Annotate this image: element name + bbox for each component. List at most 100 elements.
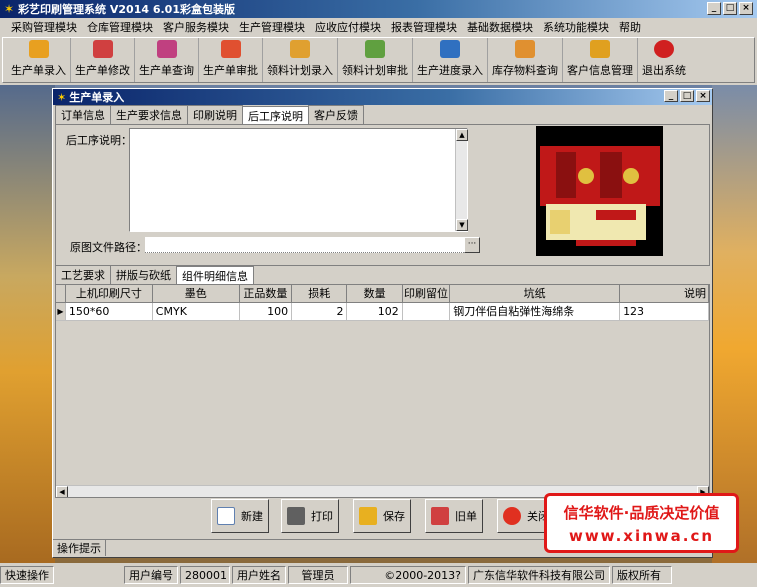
table-row[interactable]: ▶ 150*60 CMYK 100 2 102 钢刀伴侣自粘弹性海绵条 123 (56, 303, 709, 321)
tab-production-requirements[interactable]: 生产要求信息 (110, 105, 188, 124)
col-ink-color[interactable]: 墨色 (152, 285, 240, 303)
toolbar-inventory-query-button[interactable]: 库存物料查询 (488, 38, 563, 82)
grid-indicator-header (56, 285, 66, 303)
blocks-icon (365, 40, 385, 58)
cell-note[interactable]: 123 (620, 303, 709, 321)
printer-icon (287, 507, 305, 525)
scroll-down-icon[interactable]: ▼ (456, 219, 468, 231)
save-icon (359, 507, 377, 525)
user-name-label: 用户姓名 (232, 566, 286, 584)
tab-imposition-cutting[interactable]: 拼版与砍纸 (110, 265, 177, 284)
status-spacer (56, 566, 122, 584)
menu-reports[interactable]: 报表管理模块 (386, 19, 462, 35)
sub-tabs: 工艺要求 拼版与砍纸 组件明细信息 (53, 265, 712, 285)
background-trees-left (0, 85, 55, 563)
stack-icon (515, 40, 535, 58)
tab-craft-requirements[interactable]: 工艺要求 (55, 265, 111, 284)
print-button[interactable]: 打印 (281, 499, 339, 533)
cubes-icon (156, 40, 177, 58)
row-indicator-icon: ▶ (56, 303, 66, 321)
cell-print-size[interactable]: 150*60 (65, 303, 153, 321)
menu-system[interactable]: 系统功能模块 (538, 19, 614, 35)
window-star-icon: ✶ (57, 90, 67, 104)
toolbar-material-plan-approve-button[interactable]: 领料计划审批 (338, 38, 413, 82)
menu-base-data[interactable]: 基础数据模块 (462, 19, 538, 35)
quick-ops-label[interactable]: 快速操作 (0, 566, 54, 584)
child-title-bar: ✶ 生产单录入 _ □ × (53, 89, 712, 105)
old-order-button[interactable]: 旧单 (425, 499, 483, 533)
hand-icon (290, 40, 310, 58)
cell-qty[interactable]: 102 (347, 303, 403, 321)
tab-print-instructions[interactable]: 印刷说明 (187, 105, 243, 124)
toolbar-production-entry-button[interactable]: 生产单录入 (7, 38, 71, 82)
restore-button[interactable]: □ (723, 2, 737, 15)
toolbar-progress-entry-button[interactable]: 生产进度录入 (413, 38, 488, 82)
watermark-url: www.xinwa.cn (568, 526, 715, 545)
child-close-button[interactable]: × (696, 90, 710, 102)
menu-receivable-payable[interactable]: 应收应付模块 (310, 19, 386, 35)
memo-scrollbar[interactable]: ▲ ▼ (455, 129, 468, 231)
child-window-controls: _ □ × (664, 90, 710, 102)
menu-bar: 采购管理模块 仓库管理模块 客户服务模块 生产管理模块 应收应付模块 报表管理模… (0, 18, 757, 36)
toolbar-production-query-button[interactable]: 生产单查询 (135, 38, 199, 82)
box-artwork-image (536, 126, 663, 256)
post-process-textarea[interactable]: ▲ ▼ (129, 128, 468, 232)
menu-help[interactable]: 帮助 (614, 19, 646, 35)
col-print-reserve[interactable]: 印刷留位 (402, 285, 451, 303)
new-icon (217, 507, 235, 525)
new-button[interactable]: 新建 (211, 499, 269, 533)
app-title-bar: ✶ 彩艺印刷管理系统 V2014 6.01彩盒包装版 _ □ × (0, 0, 757, 18)
menu-production[interactable]: 生产管理模块 (234, 19, 310, 35)
toolbar-customer-info-button[interactable]: 客户信息管理 (563, 38, 638, 82)
production-entry-window: ✶ 生产单录入 _ □ × 订单信息 生产要求信息 印刷说明 后工序说明 客户反… (52, 88, 713, 558)
menu-customer-service[interactable]: 客户服务模块 (158, 19, 234, 35)
browse-button[interactable]: ··· (464, 237, 480, 253)
cell-loss[interactable]: 2 (292, 303, 348, 321)
menu-warehouse[interactable]: 仓库管理模块 (82, 19, 158, 35)
window-controls: _ □ × (707, 2, 753, 15)
exit-icon (654, 40, 674, 58)
cell-good-qty[interactable]: 100 (239, 303, 293, 321)
cell-print-reserve[interactable] (402, 303, 451, 321)
main-toolbar: 生产单录入 生产单修改 生产单查询 生产单审批 领料计划录入 领料计划审批 生产… (2, 37, 755, 83)
component-grid: 上机印刷尺寸 墨色 正品数量 损耗 数量 印刷留位 坑纸 说明 ▶ 150*60… (55, 284, 710, 498)
box-icon (28, 40, 49, 58)
company-name: 广东信华软件科技有限公司 (468, 566, 610, 584)
col-good-qty[interactable]: 正品数量 (239, 285, 293, 303)
tab-customer-feedback[interactable]: 客户反馈 (308, 105, 364, 124)
main-tabs: 订单信息 生产要求信息 印刷说明 后工序说明 客户反馈 (53, 105, 712, 125)
status-bar: 快速操作 用户编号 280001 用户姓名 管理员 ©2000-2013? 广东… (0, 564, 757, 586)
col-qty[interactable]: 数量 (347, 285, 403, 303)
tab-component-details[interactable]: 组件明细信息 (176, 266, 254, 285)
cubes-icon (440, 40, 460, 58)
gift-icon (220, 40, 241, 58)
file-path-input[interactable] (145, 237, 480, 253)
minimize-button[interactable]: _ (707, 2, 721, 15)
grid-empty-area (56, 321, 709, 485)
rights-text: 版权所有 (612, 566, 672, 584)
toolbar-production-approve-button[interactable]: 生产单审批 (199, 38, 263, 82)
save-button[interactable]: 保存 (353, 499, 411, 533)
cell-flute-paper[interactable]: 钢刀伴侣自粘弹性海绵条 (450, 303, 621, 321)
child-restore-button[interactable]: □ (680, 90, 694, 102)
operation-hint-label: 操作提示 (53, 539, 106, 556)
close-button[interactable]: × (739, 2, 753, 15)
background-trees-right (712, 85, 757, 563)
books-icon (92, 40, 113, 58)
app-title: 彩艺印刷管理系统 V2014 6.01彩盒包装版 (18, 3, 235, 16)
col-loss[interactable]: 损耗 (292, 285, 348, 303)
child-minimize-button[interactable]: _ (664, 90, 678, 102)
col-note[interactable]: 说明 (620, 285, 709, 303)
tab-order-info[interactable]: 订单信息 (55, 105, 111, 124)
col-flute-paper[interactable]: 坑纸 (450, 285, 621, 303)
toolbar-exit-button[interactable]: 退出系统 (638, 38, 690, 82)
scroll-up-icon[interactable]: ▲ (456, 129, 468, 141)
toolbar-material-plan-entry-button[interactable]: 领料计划录入 (263, 38, 338, 82)
cell-ink-color[interactable]: CMYK (152, 303, 240, 321)
toolbar-production-edit-button[interactable]: 生产单修改 (71, 38, 135, 82)
user-id-value: 280001 (180, 566, 230, 584)
menu-purchase[interactable]: 采购管理模块 (6, 19, 82, 35)
tab-post-process[interactable]: 后工序说明 (242, 106, 309, 125)
copyright-text: ©2000-2013? (350, 566, 466, 584)
col-print-size[interactable]: 上机印刷尺寸 (65, 285, 153, 303)
